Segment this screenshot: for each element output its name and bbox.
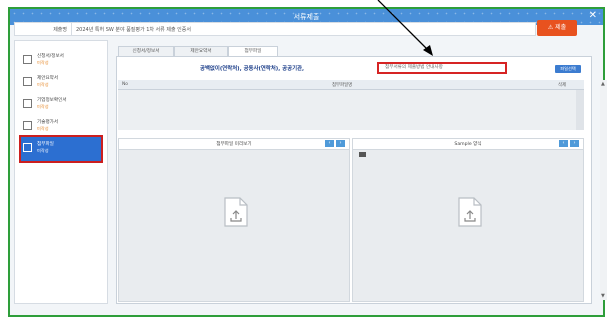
column-delete: 삭제 — [558, 83, 567, 88]
sidebar-item-application[interactable]: 신청서/정보서 미작성 — [21, 49, 101, 73]
sidebar-item-label: 신청서/정보서 — [37, 54, 64, 59]
checklist-icon — [23, 77, 32, 86]
sidebar-item-company[interactable]: 기업정보확인서 미작성 — [21, 93, 101, 117]
upload-icon — [457, 197, 483, 227]
sidebar-item-attachments[interactable]: 첨부파일 미작성 — [19, 135, 103, 163]
table-header: No 첨부파일명 삭제 — [118, 80, 584, 90]
sidebar-item-status: 미작성 — [37, 148, 49, 153]
sidebar-item-tech[interactable]: 기술평가서 미작성 — [21, 115, 101, 139]
upload-icon — [223, 197, 249, 227]
notice-text: 공백없이(연락처), 공동사(연락처), 공공기관, — [200, 66, 305, 72]
next-icon[interactable]: › — [570, 140, 579, 147]
sample-panel-title: Sample 양식 — [454, 142, 482, 147]
close-icon[interactable]: ✕ — [589, 11, 597, 21]
sidebar-item-status: 미작성 — [37, 104, 49, 109]
preview-panel-title: 첨부파일 미리보기 — [216, 142, 252, 147]
sidebar-item-status: 미작성 — [37, 60, 49, 65]
sidebar: 신청서/정보서 미작성 제안요약서 미작성 기업정보확인서 미작성 기술평가서 … — [14, 40, 108, 304]
add-file-button[interactable]: 파일선택 — [555, 65, 581, 73]
sample-panel-header: Sample 양식 ‹ › — [353, 139, 583, 150]
sidebar-item-status: 미작성 — [37, 82, 49, 87]
list-icon[interactable] — [359, 152, 366, 157]
column-filename: 첨부파일명 — [332, 83, 353, 88]
preview-panel-header: 첨부파일 미리보기 ‹ › — [119, 139, 349, 150]
request-label: 제출명 — [53, 27, 67, 33]
request-row: 제출명 2024년 특허 SW 분야 품질평가 1차 서류 제출 인증서 — [14, 22, 536, 36]
preview-panel: 첨부파일 미리보기 ‹ › — [118, 138, 350, 302]
sample-panel: Sample 양식 ‹ › — [352, 138, 584, 302]
table-scrollbar[interactable] — [576, 90, 584, 130]
sidebar-item-summary[interactable]: 제안요약서 미작성 — [21, 71, 101, 95]
document-icon — [23, 55, 32, 64]
form-icon — [23, 99, 32, 108]
table-body — [118, 90, 584, 130]
sidebar-item-label: 첨부파일 — [37, 142, 54, 147]
page-scrollbar[interactable]: ▲ ▼ — [600, 80, 607, 300]
sidebar-item-label: 기술평가서 — [37, 120, 59, 125]
request-value: 2024년 특허 SW 분야 품질평가 1차 서류 제출 인증서 — [71, 23, 535, 35]
prev-icon[interactable]: ‹ — [559, 140, 568, 147]
sidebar-item-label: 제안요약서 — [37, 76, 59, 81]
sidebar-item-label: 기업정보확인서 — [37, 98, 67, 103]
grid-icon — [23, 121, 32, 130]
next-icon[interactable]: › — [336, 140, 345, 147]
submit-button[interactable]: ⚠ 제출 — [537, 20, 577, 36]
column-no: No — [122, 82, 128, 87]
attachment-icon — [23, 143, 32, 152]
prev-icon[interactable]: ‹ — [325, 140, 334, 147]
sidebar-item-status: 미작성 — [37, 126, 49, 131]
notice-highlight: 첨부서류의 제출방법 안내사항 — [377, 62, 507, 74]
window-title: 서류제출 — [293, 13, 320, 21]
